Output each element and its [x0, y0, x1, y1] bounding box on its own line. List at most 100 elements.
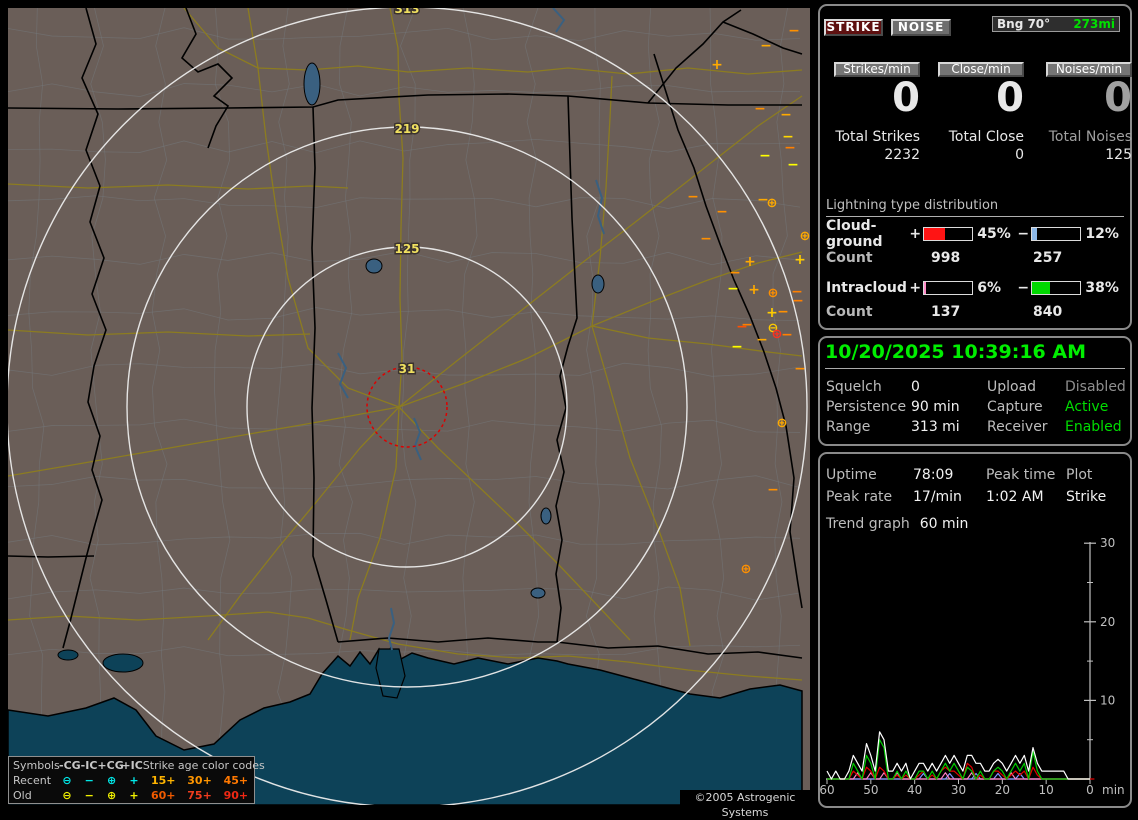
- ic-neg-pct: 38%: [1085, 280, 1119, 296]
- legend-col-cg-pos: +CG: [97, 759, 124, 772]
- noises-per-min-value: 0: [1104, 75, 1132, 121]
- noises-column: Noises/min 0 Total Noises 125: [1032, 58, 1132, 163]
- svg-text:40: 40: [907, 783, 922, 797]
- svg-text:10: 10: [1100, 693, 1115, 707]
- svg-text:219: 219: [394, 122, 419, 136]
- squelch-label: Squelch: [826, 379, 882, 395]
- cloud-ground-count-row: Count 998 257: [826, 250, 1124, 266]
- age-60: 60+: [150, 789, 176, 802]
- svg-text:−: −: [759, 148, 771, 164]
- trend-graph: 10 20 30 60 50 40 30 20 10 0 min: [820, 536, 1125, 797]
- bearing-value: Bng 70°: [997, 17, 1051, 31]
- svg-text:−: −: [700, 231, 712, 247]
- svg-text:−: −: [788, 23, 800, 39]
- cg-pos-recent-icon: ⊕: [107, 774, 117, 787]
- legend-age-header: Strike age color codes: [142, 759, 265, 772]
- mode-row: STRIKE NOISE Bng 70° 273mi: [824, 16, 1126, 36]
- peak-time-value: 1:02 AM: [986, 489, 1044, 505]
- cg-neg-pct: 12%: [1085, 226, 1119, 242]
- total-strikes-value: 2232: [884, 147, 920, 163]
- svg-text:−: −: [754, 101, 766, 117]
- plot-value: Strike: [1066, 489, 1107, 505]
- count-label: Count: [826, 304, 873, 320]
- close-column: Close/min 0 Total Close 0: [928, 58, 1024, 163]
- ic-neg-count: 840: [1033, 304, 1063, 320]
- svg-text:−: −: [787, 157, 799, 173]
- lightning-distribution: Lightning type distribution Cloud-ground…: [826, 198, 1124, 320]
- cg-pos-bar: [922, 227, 974, 241]
- ic-pos-recent-icon: +: [129, 774, 139, 787]
- svg-text:+: +: [748, 282, 760, 298]
- ic-pos-count: 137: [931, 304, 961, 320]
- svg-text:−: −: [729, 265, 741, 281]
- legend-recent-row: Recent ⊖ − ⊕ + 15+ 30+ 45+: [13, 773, 254, 788]
- strikes-column: Strikes/min 0 Total Strikes 2232: [824, 58, 920, 163]
- peak-rate-value: 17/min: [913, 489, 962, 505]
- map-canvas[interactable]: +−−− −−− −−− −⊕−⊕−+ +−− + ⊕ −−+ −−− ⊖⊕−−−−⊕−⊕ 313…: [8, 8, 810, 805]
- svg-text:−: −: [756, 332, 768, 348]
- legend-symbols-header: Symbols: [13, 759, 60, 772]
- svg-text:−: −: [777, 304, 789, 320]
- total-close-value: 0: [1015, 147, 1024, 163]
- svg-text:10: 10: [1039, 783, 1054, 797]
- svg-text:−: −: [781, 327, 793, 343]
- svg-text:+: +: [794, 252, 806, 268]
- plot-label: Plot: [1066, 467, 1093, 483]
- svg-text:50: 50: [863, 783, 878, 797]
- ic-pos-bar: [922, 281, 974, 295]
- minus-sign: −: [1017, 280, 1030, 296]
- uptime-label: Uptime: [826, 467, 877, 483]
- capture-status: Active: [1065, 399, 1109, 415]
- total-noises-label: Total Noises: [1048, 129, 1132, 145]
- close-per-min-value: 0: [996, 75, 1024, 121]
- cg-neg-bar: [1030, 227, 1082, 241]
- legend-recent-label: Recent: [13, 774, 52, 787]
- svg-text:20: 20: [1100, 615, 1115, 629]
- svg-text:⊕: ⊕: [768, 286, 779, 301]
- status-panel: 10/20/2025 10:39:16 AM Squelch 0 Upload …: [818, 336, 1132, 446]
- intracloud-count-row: Count 137 840: [826, 304, 1124, 320]
- svg-text:min: min: [1102, 783, 1125, 797]
- svg-text:−: −: [687, 189, 699, 205]
- peak-rate-label: Peak rate: [826, 489, 893, 505]
- noise-mode-button[interactable]: NOISE: [891, 19, 952, 36]
- svg-text:30: 30: [951, 783, 966, 797]
- strike-map[interactable]: + − − − − − − − − − − ⊕ − ⊕ − + + − − + ⊕ − − + − − − ⊖ ⊕ − − − − ⊕ − ⊕ 313…: [8, 8, 810, 819]
- session-grid: Uptime 78:09 Peak time Plot Peak rate 17…: [826, 464, 1130, 508]
- svg-text:⊕: ⊕: [767, 196, 778, 211]
- svg-text:20: 20: [995, 783, 1010, 797]
- plus-sign: +: [909, 226, 922, 242]
- squelch-value: 0: [911, 379, 920, 395]
- svg-text:125: 125: [394, 242, 419, 256]
- total-close-label: Total Close: [948, 129, 1024, 145]
- receiver-status: Enabled: [1065, 419, 1122, 435]
- intracloud-row: Intracloud + 6% − 38%: [826, 280, 1124, 296]
- ic-neg-old-icon: −: [84, 789, 94, 802]
- cg-pos-old-icon: ⊕: [107, 789, 117, 802]
- ic-neg-recent-icon: −: [84, 774, 94, 787]
- persistence-label: Persistence: [826, 399, 907, 415]
- minus-sign: −: [1017, 226, 1030, 242]
- ic-neg-bar: [1030, 281, 1082, 295]
- svg-text:−: −: [794, 361, 806, 377]
- legend-header-row: Symbols -CG -IC +CG +IC Strike age color…: [13, 758, 265, 773]
- cg-neg-old-icon: ⊖: [62, 789, 72, 802]
- strikes-per-min-value: 0: [892, 75, 920, 121]
- age-90: 90+: [223, 789, 249, 802]
- svg-text:−: −: [760, 38, 772, 54]
- rate-counters: Strikes/min 0 Total Strikes 2232 Close/m…: [824, 58, 1132, 163]
- capture-label: Capture: [987, 399, 1043, 415]
- age-45: 45+: [223, 774, 249, 787]
- svg-text:⊕: ⊕: [800, 229, 810, 244]
- session-panel: Uptime 78:09 Peak time Plot Peak rate 17…: [818, 452, 1132, 808]
- peak-time-label: Peak time: [986, 467, 1056, 483]
- datetime-display: 10/20/2025 10:39:16 AM: [825, 341, 1125, 369]
- strike-mode-button[interactable]: STRIKE: [824, 19, 883, 36]
- svg-text:⊕: ⊕: [741, 562, 752, 577]
- bearing-distance: 273mi: [1073, 17, 1115, 31]
- cloud-ground-label: Cloud-ground: [826, 218, 883, 250]
- total-noises-value: 125: [1105, 147, 1132, 163]
- ic-pos-old-icon: +: [129, 789, 139, 802]
- age-75: 75+: [187, 789, 212, 802]
- strike-stats-panel: STRIKE NOISE Bng 70° 273mi Strikes/min 0…: [818, 4, 1132, 330]
